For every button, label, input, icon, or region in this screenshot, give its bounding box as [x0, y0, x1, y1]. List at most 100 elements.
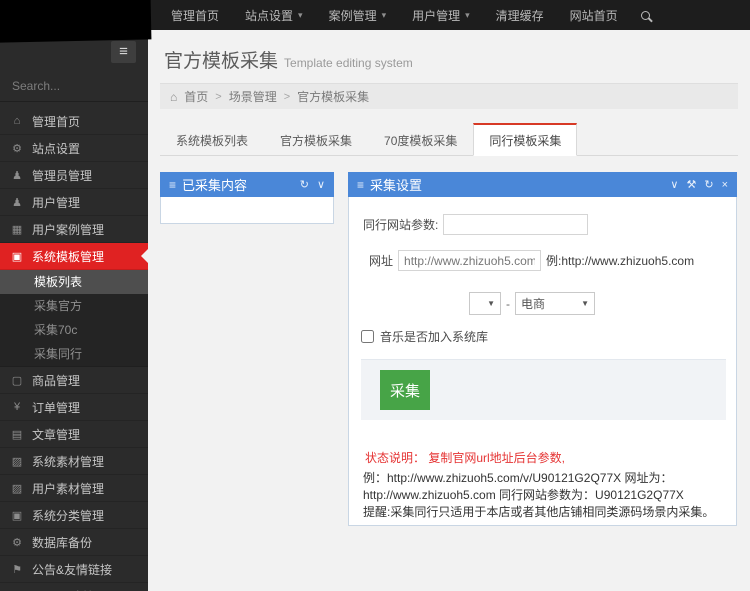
breadcrumb: ⌂ 首页 > 场景管理 > 官方模板采集 — [160, 83, 738, 109]
button-band: 采集 — [361, 359, 726, 420]
sidebar: ≡ ⌂管理首页 ⚙站点设置 ♟管理员管理 ♟用户管理 ▦用户案例管理 ▣系统模板… — [0, 30, 148, 591]
status-note: 状态说明： 复制官网url地址后台参数, — [365, 451, 566, 465]
settings-panel-body: 同行网站参数: 网址 例:http://www.zhizuoh5.com ▼ -… — [349, 196, 736, 525]
submenu-item-collect-70c[interactable]: 采集70c — [0, 318, 148, 342]
breadcrumb-scene-management[interactable]: 场景管理 — [229, 88, 277, 105]
settings-panel-header: ≡ 采集设置 ∨ ⚒ ↻ × — [348, 172, 737, 197]
briefcase-icon: ▣ — [11, 250, 23, 263]
peer-param-input[interactable] — [443, 214, 589, 235]
sidebar-menu: ⌂ 管理首页 ⚙ 站点设置 ♟ 管理员管理 ♟ 用户管理 ▦ 用户案例管理 ▣ 系统模板管理… — [0, 108, 148, 591]
example-text: 例：http://www.zhizuoh5.com/v/U90121G2Q77X… — [363, 471, 684, 502]
note-block: 例：http://www.zhizuoh5.com/v/U90121G2Q77X… — [363, 470, 728, 521]
submenu-item-collect-official[interactable]: 采集官方 — [0, 294, 148, 318]
sidebar-item-goods-management[interactable]: ▢ 商品管理 — [0, 367, 148, 394]
category-row: ▼ - 电商 ▼ — [469, 292, 595, 315]
sidebar-item-logo-image-management[interactable]: ⚑Logo图片管理 — [0, 583, 148, 591]
home-icon: ⌂ — [170, 89, 178, 104]
settings-panel-title: 采集设置 — [370, 178, 423, 193]
url-input[interactable] — [398, 250, 542, 271]
gears-icon: ⚙ — [12, 142, 22, 155]
file-icon: ▤ — [11, 428, 23, 441]
submenu-item-template-list[interactable]: 模板列表 — [0, 270, 148, 294]
bookmark-icon: ⚑ — [12, 563, 22, 576]
music-checkbox[interactable] — [361, 330, 374, 343]
refresh-icon[interactable]: ↻ — [300, 178, 309, 191]
sidebar-item-user-material-management[interactable]: ▨ 用户素材管理 — [0, 475, 148, 502]
user-icon: ♟ — [12, 196, 22, 209]
select-caret-icon: ▼ — [487, 299, 495, 308]
yen-icon: ¥ — [13, 401, 21, 413]
breadcrumb-separator: > — [215, 90, 222, 103]
sidebar-search-input[interactable] — [12, 78, 148, 93]
table-icon: ▦ — [11, 223, 23, 236]
sidebar-item-system-category-management[interactable]: ▣ 系统分类管理 — [0, 502, 148, 529]
sidebar-item-user-management[interactable]: ♟ 用户管理 — [0, 189, 148, 216]
image-icon: ▨ — [11, 482, 23, 495]
topbar-item-website-home[interactable]: 网站首页 — [557, 0, 631, 30]
chevron-down-icon: ▾ — [381, 9, 387, 20]
sidebar-submenu: 模板列表 采集官方 采集70c 采集同行 — [0, 270, 148, 367]
scene-select[interactable]: ▼ — [469, 292, 501, 315]
collect-button[interactable]: 采集 — [380, 370, 430, 410]
sidebar-item-order-management[interactable]: ¥ 订单管理 — [0, 394, 148, 421]
topbar-item-clear-cache[interactable]: 清理缓存 — [483, 0, 557, 30]
url-label: 网址 — [369, 254, 394, 268]
chevron-down-icon[interactable]: ∨ — [317, 178, 325, 191]
tab-bar: 系统模板列表 官方模板采集 70度模板采集 同行模板采集 — [160, 123, 738, 156]
wrench-icon[interactable]: ⚒ — [686, 178, 696, 191]
tab-system-template-list[interactable]: 系统模板列表 — [160, 124, 264, 156]
briefcase-icon: ▣ — [11, 509, 23, 522]
music-checkbox-label: 音乐是否加入系统库 — [380, 330, 489, 344]
sidebar-item-user-case-management[interactable]: ▦ 用户案例管理 — [0, 216, 148, 243]
logo — [0, 0, 152, 43]
menu-icon: ≡ — [169, 177, 177, 192]
breadcrumb-separator: > — [283, 90, 291, 103]
home-icon: ⌂ — [13, 115, 21, 127]
menu-icon: ≡ — [119, 43, 128, 60]
reminder-text: 提醒:采集同行只适用于本店或者其他店铺相同类源码场景内采集。 — [363, 505, 715, 519]
refresh-icon[interactable]: ↻ — [704, 178, 713, 191]
collected-content-panel: ≡ 已采集内容 ↻ ∨ — [160, 172, 334, 224]
sidebar-item-admin-home[interactable]: ⌂ 管理首页 — [0, 108, 148, 135]
breadcrumb-home[interactable]: 首页 — [184, 88, 208, 105]
music-row: 音乐是否加入系统库 — [361, 328, 488, 345]
topbar-item-case-management[interactable]: 案例管理 ▾ — [316, 0, 400, 30]
page-head: 官方模板采集 Template editing system — [148, 30, 750, 73]
peer-param-label: 同行网站参数: — [363, 218, 439, 232]
search-icon[interactable] — [640, 10, 650, 20]
collect-settings-panel: ≡ 采集设置 ∨ ⚒ ↻ × 同行网站参数: 网址 例:http://www.z… — [348, 172, 737, 526]
url-row: 网址 例:http://www.zhizuoh5.com — [369, 250, 694, 271]
sidebar-item-article-management[interactable]: ▤ 文章管理 — [0, 421, 148, 448]
tab-70-template-collect[interactable]: 70度模板采集 — [368, 124, 473, 156]
sidebar-item-system-template-management[interactable]: ▣ 系统模板管理 — [0, 243, 148, 270]
main-content: 官方模板采集 Template editing system ⌂ 首页 > 场景管… — [148, 30, 750, 591]
topbar-item-admin-home[interactable]: 管理首页 — [158, 0, 232, 30]
collected-panel-title: 已采集内容 — [182, 178, 248, 193]
sidebar-item-database-backup[interactable]: ⚙ 数据库备份 — [0, 529, 148, 556]
topbar-item-site-settings[interactable]: 站点设置 ▾ — [232, 0, 316, 30]
chevron-down-icon[interactable]: ∨ — [670, 178, 678, 191]
sidebar-item-system-material-management[interactable]: ▨ 系统素材管理 — [0, 448, 148, 475]
sidebar-item-announcement-links[interactable]: ⚑ 公告&友情链接 — [0, 556, 148, 583]
chevron-down-icon: ▾ — [465, 9, 470, 20]
sidebar-item-administrator-management[interactable]: ♟ 管理员管理 — [0, 162, 148, 189]
collected-panel-header: ≡ 已采集内容 ↻ ∨ — [160, 172, 334, 197]
gears-icon: ⚙ — [12, 536, 22, 549]
image-icon: ▨ — [11, 455, 23, 468]
user-icon: ♟ — [12, 169, 22, 182]
close-icon[interactable]: × — [722, 179, 728, 191]
tab-peer-template-collect[interactable]: 同行模板采集 — [473, 123, 578, 156]
select-caret-icon: ▼ — [581, 299, 589, 308]
category-select-value: 电商 — [521, 297, 546, 311]
sidebar-item-site-settings[interactable]: ⚙ 站点设置 — [0, 135, 148, 162]
menu-icon: ≡ — [357, 177, 365, 192]
sidebar-collapse-button[interactable]: ≡ — [111, 41, 136, 63]
topbar-item-user-management[interactable]: 用户管理 ▾ — [399, 0, 483, 30]
breadcrumb-current: 官方模板采集 — [297, 90, 370, 104]
tab-official-template-collect[interactable]: 官方模板采集 — [264, 124, 368, 156]
category-select[interactable]: 电商 ▼ — [515, 292, 595, 315]
collected-panel-body — [161, 196, 333, 223]
submenu-item-collect-peer[interactable]: 采集同行 — [0, 342, 148, 366]
page-subtitle: Template editing system — [284, 56, 413, 70]
select-separator: - — [506, 296, 510, 311]
